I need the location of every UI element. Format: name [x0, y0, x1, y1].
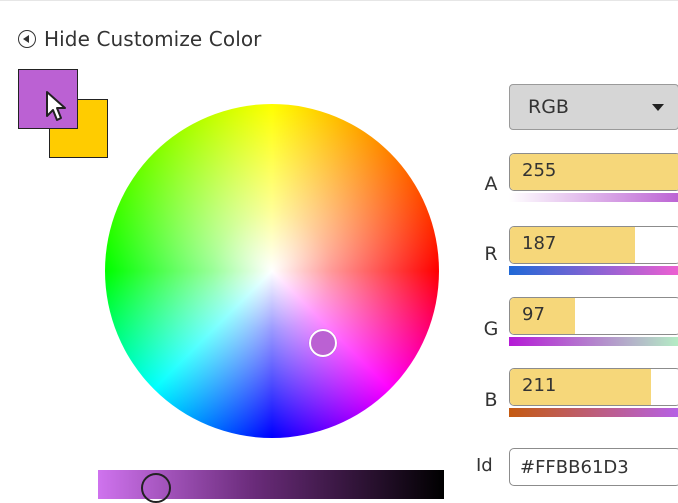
color-wheel[interactable] — [105, 104, 439, 438]
channel-a-value: 255 — [522, 160, 557, 181]
channel-g-gradient — [509, 337, 678, 346]
top-divider — [0, 0, 678, 1]
color-mode-dropdown[interactable]: RGB — [509, 84, 678, 130]
color-mode-value: RGB — [528, 96, 569, 118]
channel-a-label: A — [484, 173, 498, 195]
hex-id-input[interactable]: #FFBB61D3 — [509, 448, 678, 486]
channel-r-input[interactable]: 187 — [509, 226, 678, 264]
mouse-pointer-icon — [46, 91, 66, 121]
hide-customize-color-toggle[interactable]: Hide Customize Color — [18, 26, 262, 52]
channel-r-label: R — [484, 243, 498, 265]
color-wheel-handle[interactable] — [309, 329, 337, 357]
hex-id-value: #FFBB61D3 — [520, 456, 629, 478]
channel-b-gradient — [509, 408, 678, 417]
channel-g-label: G — [483, 318, 499, 340]
channel-b-label: B — [484, 389, 498, 411]
id-label: Id — [476, 455, 493, 476]
channel-a-gradient — [509, 193, 678, 202]
channel-r-gradient — [509, 266, 678, 275]
channel-g-input[interactable]: 97 — [509, 297, 678, 335]
channel-r-value: 187 — [522, 233, 557, 254]
channel-b-input[interactable]: 211 — [509, 368, 678, 406]
channel-g-value: 97 — [522, 304, 545, 325]
collapse-circle-icon — [18, 30, 36, 48]
toggle-label: Hide Customize Color — [44, 27, 262, 51]
channel-b-value: 211 — [522, 375, 557, 396]
chevron-down-icon — [652, 103, 664, 111]
channel-a-input[interactable]: 255 — [509, 153, 678, 191]
